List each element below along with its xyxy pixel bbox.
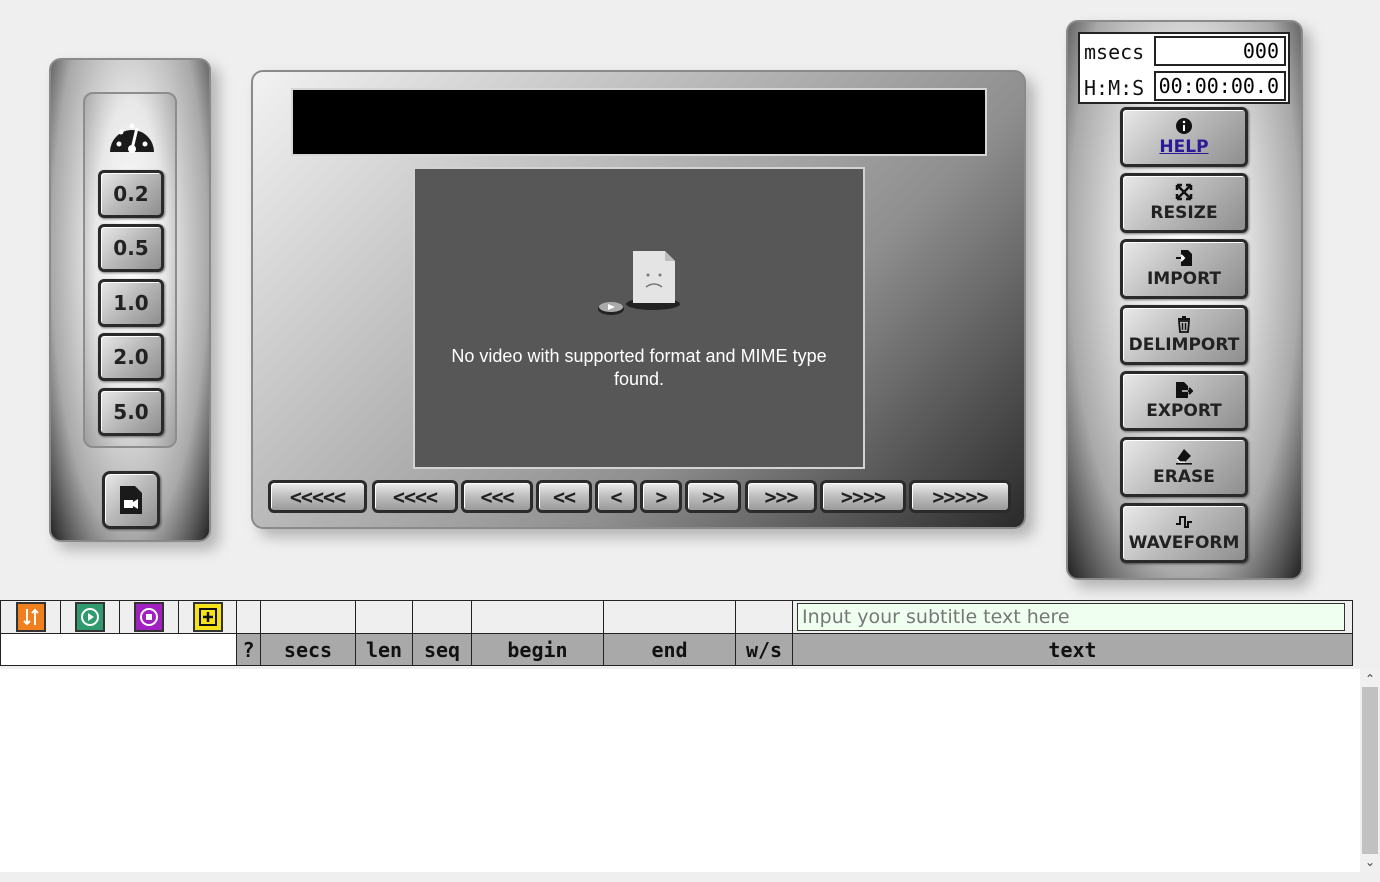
forward-5-button[interactable]: >>>>> xyxy=(909,480,1011,513)
forward-3-button[interactable]: >>> xyxy=(745,480,817,513)
col-header-flag[interactable]: ? xyxy=(236,633,261,666)
rewind-1-button[interactable]: < xyxy=(595,480,637,513)
header-blank xyxy=(0,633,237,666)
add-icon xyxy=(198,608,217,626)
rewind-3-button[interactable]: <<< xyxy=(461,480,533,513)
empty-cell xyxy=(260,600,356,634)
msecs-label: msecs xyxy=(1084,40,1145,64)
col-header-ws[interactable]: w/s xyxy=(735,633,793,666)
stop-button[interactable] xyxy=(134,602,164,632)
video-error-message: No video with supported format and MIME … xyxy=(451,346,827,389)
import-label: IMPORT xyxy=(1146,269,1222,289)
help-button[interactable]: HELP xyxy=(1120,107,1248,167)
delimport-button[interactable]: DELIMPORT xyxy=(1120,305,1248,365)
waveform-button[interactable]: WAVEFORM xyxy=(1120,503,1248,563)
speed-group: 0.2 0.5 1.0 2.0 5.0 xyxy=(83,92,177,448)
swap-cell xyxy=(0,600,61,634)
delimport-label: DELIMPORT xyxy=(1128,335,1240,355)
empty-cell xyxy=(355,600,413,634)
control-panel: msecs 000 H:M:S 00:00:00.0 HELP RESIZE I… xyxy=(1066,20,1303,580)
rewind-4-button[interactable]: <<<< xyxy=(372,480,458,513)
forward-1-button[interactable]: > xyxy=(640,480,682,513)
load-video-button[interactable] xyxy=(102,471,160,529)
speed-panel: 0.2 0.5 1.0 2.0 5.0 xyxy=(49,58,211,542)
player-panel: No video with supported format and MIME … xyxy=(251,70,1026,529)
video-area[interactable]: No video with supported format and MIME … xyxy=(413,167,865,469)
rewind-5-button[interactable]: <<<<< xyxy=(268,480,367,513)
bottom-strip xyxy=(0,872,1380,882)
play-button[interactable] xyxy=(75,602,105,632)
col-header-len[interactable]: len xyxy=(355,633,413,666)
forward-2-button[interactable]: >> xyxy=(685,480,741,513)
video-file-icon xyxy=(120,486,142,514)
col-header-begin[interactable]: begin xyxy=(471,633,604,666)
col-header-text[interactable]: text xyxy=(792,633,1353,666)
col-header-secs[interactable]: secs xyxy=(260,633,356,666)
export-label: EXPORT xyxy=(1146,401,1222,421)
resize-label: RESIZE xyxy=(1150,203,1218,223)
hms-value[interactable]: 00:00:00.0 xyxy=(1154,71,1286,101)
erase-button[interactable]: ERASE xyxy=(1120,437,1248,497)
hms-label: H:M:S xyxy=(1084,76,1145,100)
empty-cell xyxy=(412,600,472,634)
add-cell xyxy=(178,600,237,634)
msecs-value[interactable]: 000 xyxy=(1154,36,1286,66)
trash-icon xyxy=(1178,316,1190,333)
play-cell xyxy=(60,600,120,634)
swap-button[interactable] xyxy=(15,602,46,632)
forward-4-button[interactable]: >>>> xyxy=(820,480,906,513)
scroll-up-icon[interactable]: ⌃ xyxy=(1360,671,1380,687)
scrollbar[interactable]: ⌃ ⌄ xyxy=(1360,669,1380,872)
stop-icon xyxy=(140,608,158,626)
subtitle-list[interactable] xyxy=(0,669,1360,872)
col-header-end[interactable]: end xyxy=(603,633,736,666)
scroll-down-icon[interactable]: ⌄ xyxy=(1360,854,1380,870)
play-icon xyxy=(81,608,99,626)
file-export-icon xyxy=(1176,382,1193,398)
empty-cell xyxy=(735,600,793,634)
subtitle-table: ? secs len seq begin end w/s text xyxy=(0,600,1353,666)
toolbar-row xyxy=(0,600,1353,634)
col-header-seq[interactable]: seq xyxy=(412,633,472,666)
empty-cell xyxy=(471,600,604,634)
info-icon xyxy=(1176,118,1192,134)
speed-button-0-5[interactable]: 0.5 xyxy=(98,224,164,272)
broken-file-icon xyxy=(598,251,680,315)
subtitle-input-cell xyxy=(792,600,1353,634)
empty-cell xyxy=(236,600,261,634)
resize-icon xyxy=(1175,183,1193,201)
eraser-icon xyxy=(1176,449,1192,465)
speed-button-0-2[interactable]: 0.2 xyxy=(98,170,164,218)
time-display: msecs 000 H:M:S 00:00:00.0 xyxy=(1078,32,1290,104)
waveform-label: WAVEFORM xyxy=(1128,533,1240,553)
import-button[interactable]: IMPORT xyxy=(1120,239,1248,299)
speed-button-5-0[interactable]: 5.0 xyxy=(98,388,164,436)
file-import-icon xyxy=(1176,250,1192,266)
speed-button-2-0[interactable]: 2.0 xyxy=(98,333,164,381)
speed-button-1-0[interactable]: 1.0 xyxy=(98,279,164,327)
export-button[interactable]: EXPORT xyxy=(1120,371,1248,431)
waveform-icon xyxy=(1176,516,1192,528)
scroll-thumb[interactable] xyxy=(1362,687,1378,854)
subtitle-text-input[interactable] xyxy=(797,603,1345,631)
gauge-icon xyxy=(110,123,154,153)
empty-cell xyxy=(603,600,736,634)
resize-button[interactable]: RESIZE xyxy=(1120,173,1248,233)
header-row: ? secs len seq begin end w/s text xyxy=(0,633,1353,666)
subtitle-display xyxy=(291,88,987,156)
add-button[interactable] xyxy=(192,602,223,632)
rewind-2-button[interactable]: << xyxy=(536,480,592,513)
stop-cell xyxy=(119,600,179,634)
erase-label: ERASE xyxy=(1153,467,1215,487)
swap-icon xyxy=(22,608,39,626)
help-link[interactable]: HELP xyxy=(1159,137,1208,157)
